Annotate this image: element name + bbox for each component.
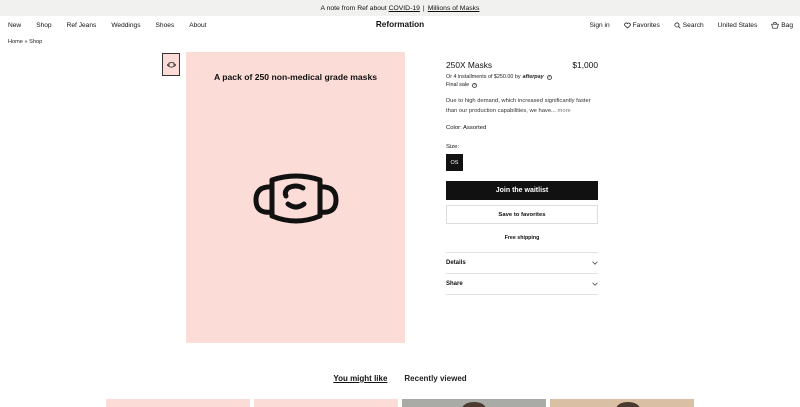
main-nav: New Shop Ref Jeans Weddings Shoes About … [0, 16, 800, 34]
brand-logo[interactable]: Reformation [376, 20, 424, 29]
share-accordion[interactable]: Share [446, 274, 598, 294]
bag-link[interactable]: Bag [771, 21, 793, 29]
afterpay-text: Or 4 installments of $250.00 by [446, 74, 521, 80]
chevron-down-icon [592, 261, 598, 265]
tab-you-might-like[interactable]: You might like [333, 374, 387, 383]
nav-item-shop[interactable]: Shop [36, 22, 51, 29]
save-to-favorites-button[interactable]: Save to favorites [446, 205, 598, 224]
free-shipping-note: Free shipping [504, 235, 540, 241]
announcement-separator: | [422, 4, 425, 12]
bag-label: Bag [781, 21, 793, 29]
millions-of-masks-link[interactable]: Millions of Masks [428, 5, 480, 12]
nav-left: New Shop Ref Jeans Weddings Shoes About [8, 16, 221, 34]
face-mask-thumb-icon [166, 61, 176, 67]
nav-item-about[interactable]: About [189, 22, 206, 29]
title-row: 250X Masks $1,000 [446, 60, 598, 70]
breadcrumb[interactable]: Home » Shop [8, 39, 42, 45]
final-sale-line: Final sale ? [446, 82, 598, 88]
details-accordion[interactable]: Details [446, 253, 598, 273]
heart-icon [623, 22, 631, 29]
search-link[interactable]: Search [674, 22, 704, 29]
product-description: Due to high demand, which increased sign… [446, 97, 598, 116]
favorites-label: Favorites [632, 21, 660, 29]
more-link[interactable]: more [558, 108, 571, 114]
search-icon [674, 21, 681, 29]
product-thumbnail[interactable] [162, 53, 180, 76]
product-image[interactable]: A pack of 250 non-medical grade masks [186, 52, 405, 343]
model-photo [616, 402, 640, 407]
nav-right: Sign in Favorites Search United States B… [575, 16, 793, 34]
join-waitlist-button[interactable]: Join the waitlist [446, 181, 598, 200]
nav-item-shoes[interactable]: Shoes [156, 22, 175, 29]
favorites-link[interactable]: Favorites [623, 21, 660, 29]
announcement-text: A note from Ref about [320, 4, 387, 12]
tab-recently-viewed[interactable]: Recently viewed [404, 374, 466, 383]
face-mask-icon [253, 173, 339, 224]
final-sale-label: Final sale [446, 82, 470, 88]
recommendation-card[interactable] [106, 399, 250, 407]
recommendation-tabs: You might like Recently viewed [0, 374, 800, 383]
model-photo [462, 402, 486, 407]
size-label: Size: [446, 144, 460, 150]
share-label: Share [446, 281, 463, 287]
details-label: Details [446, 260, 466, 266]
divider [446, 294, 598, 295]
afterpay-info-icon[interactable]: ? [546, 74, 552, 80]
afterpay-logo: afterpay [522, 74, 544, 80]
recommendation-card[interactable] [550, 399, 694, 407]
sign-in-link[interactable]: Sign in [589, 22, 609, 29]
nav-item-weddings[interactable]: Weddings [111, 22, 140, 29]
nav-item-new[interactable]: New [8, 22, 21, 29]
recommendation-card[interactable] [402, 399, 546, 407]
size-option-os[interactable]: OS [446, 154, 463, 171]
region-selector[interactable]: United States [718, 22, 758, 29]
recommendation-card[interactable] [254, 399, 398, 407]
color-label: Color: Assorted [446, 125, 487, 131]
final-sale-info-icon[interactable]: ? [472, 82, 478, 88]
search-label: Search [682, 21, 704, 29]
nav-item-ref-jeans[interactable]: Ref Jeans [67, 22, 97, 29]
announcement-bar: A note from Ref about COVID-19 | Million… [0, 0, 800, 16]
product-name: 250X Masks [446, 60, 493, 70]
product-info: 250X Masks $1,000 Or 4 installments of $… [446, 60, 598, 171]
chevron-down-icon [592, 282, 598, 286]
region-label: United States [717, 21, 758, 29]
hero-title: A pack of 250 non-medical grade masks [213, 72, 378, 82]
afterpay-line: Or 4 installments of $250.00 by afterpay… [446, 74, 598, 80]
bag-icon [771, 21, 780, 28]
product-price: $1,000 [572, 60, 598, 70]
sign-in-label: Sign in [589, 21, 610, 29]
covid-link[interactable]: COVID-19 [389, 5, 420, 12]
